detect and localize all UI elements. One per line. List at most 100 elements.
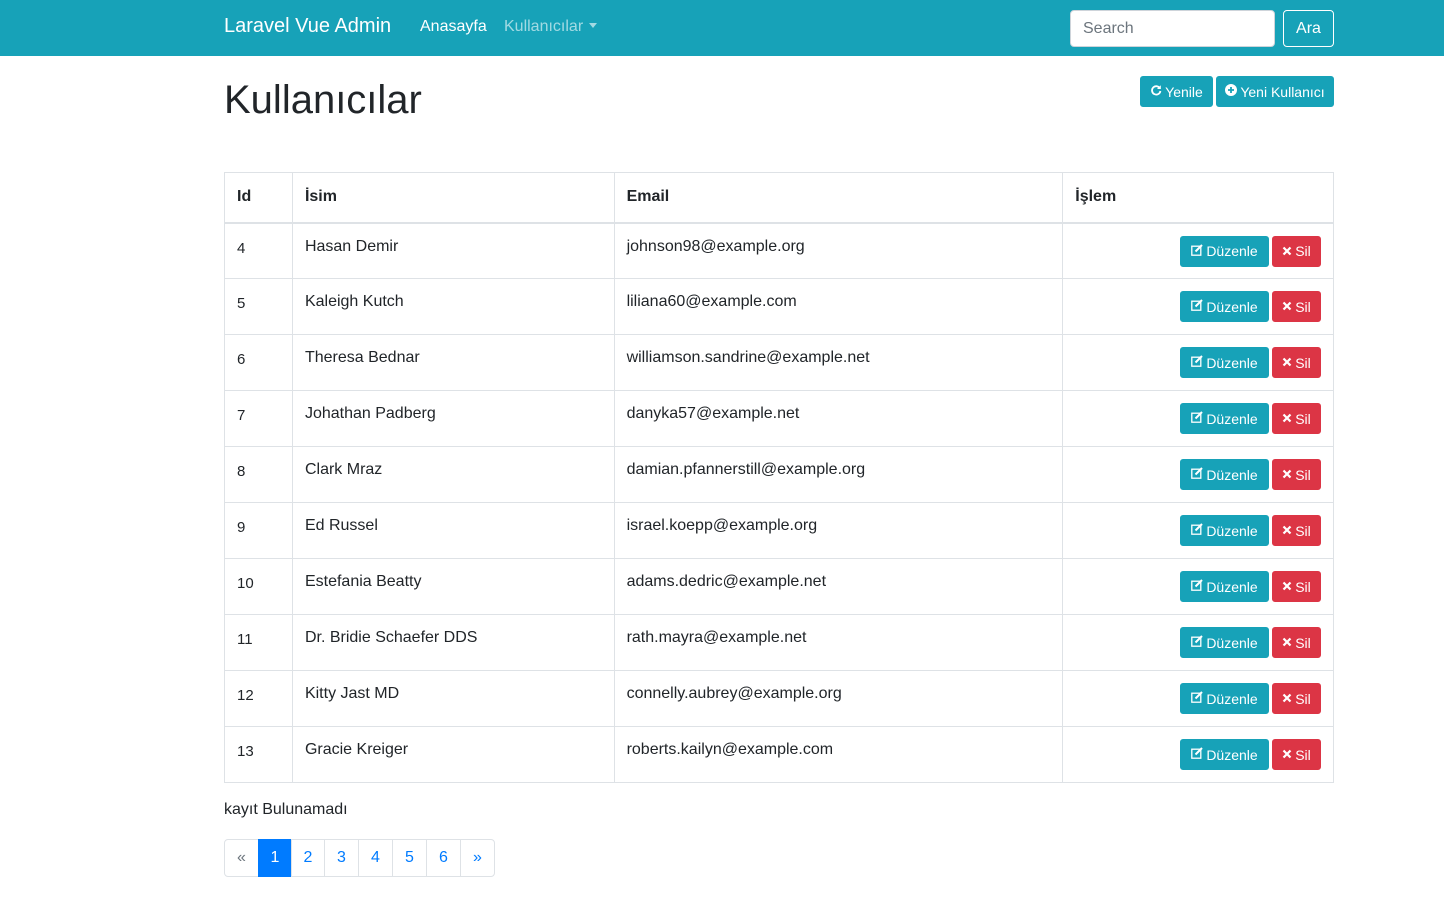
cell-email: rath.mayra@example.net	[613, 614, 1064, 671]
cell-actions: Düzenle Sil	[1062, 502, 1334, 559]
cell-email: damian.pfannerstill@example.org	[613, 446, 1064, 503]
table-row: 12 Kitty Jast MD connelly.aubrey@example.o…	[224, 670, 1334, 727]
cell-name: Dr. Bridie Schaefer DDS	[291, 614, 615, 671]
edit-button[interactable]: Düzenle	[1180, 459, 1269, 490]
refresh-button[interactable]: Yenile	[1140, 76, 1213, 107]
edit-button[interactable]: Düzenle	[1180, 739, 1269, 770]
cell-email: roberts.kailyn@example.com	[613, 726, 1064, 783]
caret-down-icon	[589, 23, 598, 28]
table-row: 13 Gracie Kreiger roberts.kailyn@example.c…	[224, 726, 1334, 783]
pagination-next[interactable]: »	[460, 839, 495, 877]
plus-circle-icon	[1225, 84, 1238, 99]
cell-actions: Düzenle Sil	[1062, 726, 1334, 783]
table-row: 5 Kaleigh Kutch liliana60@example.com Düzen…	[224, 278, 1334, 335]
users-table: Id İsim Email İşlem 4 Hasan Demir johnson9…	[224, 172, 1334, 783]
edit-button[interactable]: Düzenle	[1180, 291, 1269, 322]
cell-name: Estefania Beatty	[291, 558, 615, 615]
close-icon	[1282, 244, 1292, 259]
delete-button[interactable]: Sil	[1272, 403, 1321, 434]
delete-label: Sil	[1295, 522, 1311, 539]
search-input[interactable]	[1070, 10, 1275, 47]
delete-button[interactable]: Sil	[1272, 235, 1321, 267]
table-row: 6 Theresa Bednar williamson.sandrine@examp…	[224, 334, 1334, 391]
delete-label: Sil	[1295, 298, 1311, 315]
delete-button[interactable]: Sil	[1272, 571, 1321, 602]
pagination-page[interactable]: 3	[324, 839, 359, 877]
column-header-actions: İşlem	[1062, 172, 1334, 224]
cell-id: 4	[224, 222, 293, 279]
delete-button[interactable]: Sil	[1272, 683, 1321, 714]
close-icon	[1282, 635, 1292, 650]
edit-button[interactable]: Düzenle	[1180, 347, 1269, 378]
cell-actions: Düzenle Sil	[1062, 390, 1334, 447]
pagination-page[interactable]: 2	[291, 839, 325, 877]
pagination-page[interactable]: 5	[392, 839, 427, 877]
edit-label: Düzenle	[1206, 578, 1258, 595]
cell-id: 7	[224, 390, 293, 447]
close-icon	[1282, 579, 1292, 594]
search-button[interactable]: Ara	[1283, 10, 1334, 47]
pagination-page[interactable]: 6	[426, 839, 461, 877]
delete-button[interactable]: Sil	[1272, 347, 1321, 378]
cell-id: 6	[224, 334, 293, 391]
cell-name: Hasan Demir	[291, 222, 615, 279]
cell-email: connelly.aubrey@example.org	[613, 670, 1064, 727]
edit-button[interactable]: Düzenle	[1180, 403, 1269, 434]
edit-button[interactable]: Düzenle	[1180, 627, 1269, 658]
column-header-id: Id	[224, 172, 293, 224]
delete-label: Sil	[1295, 634, 1311, 651]
edit-label: Düzenle	[1206, 410, 1258, 427]
edit-label: Düzenle	[1206, 298, 1258, 315]
delete-button[interactable]: Sil	[1272, 627, 1321, 658]
cell-actions: Düzenle Sil	[1062, 558, 1334, 615]
table-body: 4 Hasan Demir johnson98@example.org Düzenle…	[224, 222, 1334, 783]
cell-actions: Düzenle Sil	[1062, 446, 1334, 503]
table-row: 9 Ed Russel israel.koepp@example.org Düzenl…	[224, 502, 1334, 559]
edit-label: Düzenle	[1206, 746, 1258, 763]
cell-id: 10	[224, 558, 293, 615]
column-header-email: Email	[613, 172, 1064, 224]
delete-button[interactable]: Sil	[1272, 459, 1321, 490]
nav-link-home[interactable]: Anasayfa	[420, 18, 487, 36]
edit-button[interactable]: Düzenle	[1180, 683, 1269, 714]
close-icon	[1282, 411, 1292, 426]
edit-button[interactable]: Düzenle	[1180, 515, 1269, 546]
cell-name: Ed Russel	[291, 502, 615, 559]
delete-button[interactable]: Sil	[1272, 515, 1321, 546]
close-icon	[1282, 523, 1292, 538]
edit-label: Düzenle	[1206, 243, 1258, 259]
pagination: « 1 2 3 4 5 6 »	[224, 839, 495, 877]
edit-icon	[1191, 243, 1204, 259]
edit-icon	[1191, 691, 1204, 706]
navbar: Laravel Vue Admin Anasayfa Kullanıcılar …	[0, 0, 1444, 56]
edit-icon	[1191, 635, 1204, 650]
delete-button[interactable]: Sil	[1272, 291, 1321, 322]
delete-label: Sil	[1295, 466, 1311, 483]
delete-label: Sil	[1295, 410, 1311, 427]
pagination-prev[interactable]: «	[224, 839, 259, 877]
edit-button[interactable]: Düzenle	[1180, 235, 1269, 267]
refresh-label: Yenile	[1165, 83, 1203, 100]
page-title: Kullanıcılar	[224, 78, 422, 122]
edit-icon	[1191, 299, 1204, 314]
pagination-page[interactable]: 1	[258, 839, 292, 877]
delete-button[interactable]: Sil	[1272, 739, 1321, 770]
table-row: 10 Estefania Beatty adams.dedric@example.n…	[224, 558, 1334, 615]
cell-name: Johathan Padberg	[291, 390, 615, 447]
nav-dropdown-users[interactable]: Kullanıcılar	[504, 18, 598, 36]
cell-id: 9	[224, 502, 293, 559]
users-table-wrapper: Id İsim Email İşlem 4 Hasan Demir johnson9…	[224, 172, 1334, 783]
new-user-button[interactable]: Yeni Kullanıcı	[1216, 76, 1334, 107]
cell-name: Theresa Bednar	[291, 334, 615, 391]
navbar-brand[interactable]: Laravel Vue Admin	[224, 15, 391, 38]
refresh-icon	[1150, 84, 1162, 99]
cell-id: 12	[224, 670, 293, 727]
pagination-page[interactable]: 4	[358, 839, 393, 877]
cell-id: 13	[224, 726, 293, 783]
edit-button[interactable]: Düzenle	[1180, 571, 1269, 602]
edit-icon	[1191, 747, 1204, 762]
edit-label: Düzenle	[1206, 690, 1258, 707]
cell-email: liliana60@example.com	[613, 278, 1064, 335]
table-row: 8 Clark Mraz damian.pfannerstill@example.o…	[224, 446, 1334, 503]
delete-label: Sil	[1295, 243, 1311, 259]
